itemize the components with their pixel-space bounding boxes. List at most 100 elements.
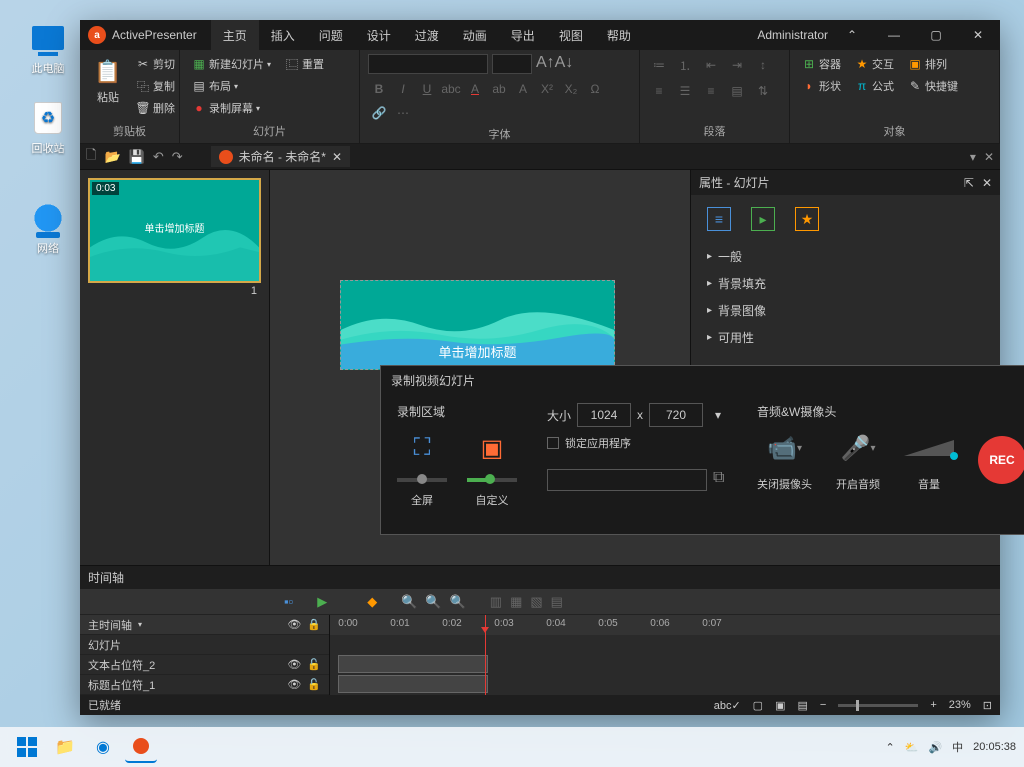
omega-button[interactable]: Ω [584,78,606,100]
bullets-button[interactable]: ≔ [648,54,670,76]
pick-window-button[interactable]: ⧉ [713,469,724,491]
align-right-button[interactable]: ≡ [700,80,722,102]
font-shrink-button[interactable]: A↓ [555,54,574,74]
align-center-button[interactable]: ☰ [674,80,696,102]
save-button[interactable]: 💾 [129,149,145,165]
edge-button[interactable]: ◉ [87,731,119,763]
view-normal-button[interactable]: ▢ [753,699,763,712]
track-text-placeholder[interactable]: 文本占位符_2👁🔓 [80,655,329,675]
close-button[interactable]: ✕ [960,21,996,49]
visibility-icon[interactable]: 👁 [287,678,301,691]
more-font-button[interactable]: ⋯ [392,102,414,124]
explorer-button[interactable]: 📁 [49,731,81,763]
layout-button[interactable]: ▤布局▾ [188,76,351,96]
arrange-button[interactable]: ▣排列 [904,54,951,74]
app-select[interactable] [547,469,707,491]
underline-button[interactable]: U [416,78,438,100]
lock-icon[interactable]: 🔓 [307,678,321,691]
tray-chevron-icon[interactable]: ⌃ [886,741,895,754]
zoom-in-button[interactable]: + [930,699,936,711]
view-present-button[interactable]: ▤ [797,699,807,712]
font-color-button[interactable]: A [464,78,486,100]
props-pin-button[interactable]: ⇱ [964,176,974,190]
props-item-bgfill[interactable]: 背景填充 [703,270,988,297]
slide-thumbnail[interactable]: 0:03 单击增加标题 [88,178,261,283]
undo-button[interactable]: ↶ [153,149,164,165]
subscript-button[interactable]: X₂ [560,78,582,100]
interact-button[interactable]: ★交互 [851,54,898,74]
tl-zoom-out-button[interactable]: 🔍 [425,594,441,610]
ribbon-toggle-button[interactable]: ⌃ [834,21,870,49]
tl-zoom-in-button[interactable]: 🔍 [401,594,417,610]
shortcut-button[interactable]: ✎快捷键 [904,76,962,96]
font-size-select[interactable] [492,54,532,74]
tray-cloud-icon[interactable]: ⛅ [905,741,919,754]
view-slides-button[interactable]: ▣ [775,699,785,712]
rec-fullscreen-option[interactable]: ⛶ 全屏 [397,428,447,508]
line-spacing-button[interactable]: ↕ [752,54,774,76]
lock-icon[interactable]: 🔒 [307,618,321,631]
visibility-icon[interactable]: 👁 [287,618,301,631]
tl-ungroup-button[interactable]: ▧ [530,594,542,610]
desktop-icon-network[interactable]: 网络 [18,200,78,256]
zoom-level[interactable]: 23% [949,699,971,711]
lock-icon[interactable]: 🔓 [307,658,321,671]
maximize-button[interactable]: ▢ [918,21,954,49]
tab-home[interactable]: 主页 [211,20,259,50]
clear-format-button[interactable]: A [512,78,534,100]
delete-button[interactable]: 🗑删除 [132,98,179,118]
track-title-placeholder[interactable]: 标题占位符_1👁🔓 [80,675,329,695]
custom-toggle[interactable] [467,478,517,482]
link-button[interactable]: 🔗 [368,102,390,124]
clip-text[interactable] [338,655,488,673]
tab-insert[interactable]: 插入 [259,20,307,50]
canvas-area[interactable]: 单击增加标题 属性 - 幻灯片 ⇱✕ ≡ ▸ ★ 一般 背景填充 背景图像 可用… [270,170,1000,565]
outdent-button[interactable]: ⇤ [700,54,722,76]
size-dropdown-button[interactable]: ▾ [709,408,727,422]
playhead[interactable] [485,615,486,695]
props-tab-star[interactable]: ★ [795,207,819,231]
bold-button[interactable]: B [368,78,390,100]
minimize-button[interactable]: — [876,21,912,49]
props-tab-general[interactable]: ≡ [707,207,731,231]
zoom-slider[interactable] [838,704,918,707]
tray-clock[interactable]: 20:05:38 [973,741,1016,753]
panel-menu-button[interactable]: ▾ [970,150,976,164]
rec-custom-option[interactable]: ▣ 自定义 [467,428,517,508]
highlight-button[interactable]: ab [488,78,510,100]
visibility-icon[interactable]: 👁 [287,658,301,671]
tab-animation[interactable]: 动画 [451,20,499,50]
rec-audio-item[interactable]: 🎤▾ 开启音频 [836,428,880,492]
indent-button[interactable]: ⇥ [726,54,748,76]
reset-button[interactable]: ⿺重置 [281,54,328,74]
fit-button[interactable]: ⊡ [983,699,992,712]
text-direction-button[interactable]: ⇅ [752,80,774,102]
close-doc-button[interactable]: ✕ [332,150,342,164]
new-file-button[interactable]: 🗋 [86,146,96,168]
tab-export[interactable]: 导出 [499,20,547,50]
zoom-out-button[interactable]: − [820,699,826,711]
props-item-bgimage[interactable]: 背景图像 [703,297,988,324]
paste-button[interactable]: 📋粘贴 [88,54,128,121]
tab-question[interactable]: 问题 [307,20,355,50]
lock-app-checkbox[interactable]: 锁定应用程序 [547,435,727,451]
record-screen-button[interactable]: ●录制屏幕▾ [188,98,351,118]
spellcheck-button[interactable]: abc✓ [714,699,741,712]
align-justify-button[interactable]: ▤ [726,80,748,102]
font-grow-button[interactable]: A↑ [536,54,555,74]
tab-view[interactable]: 视图 [547,20,595,50]
shape-button[interactable]: ◗形状 [798,76,845,96]
align-left-button[interactable]: ≡ [648,80,670,102]
tl-play-button[interactable]: ▶ [317,594,327,610]
tab-help[interactable]: 帮助 [595,20,643,50]
tl-marker-button[interactable]: ◆ [367,594,377,610]
new-slide-button[interactable]: ▦新建幻灯片▾ [188,54,275,74]
superscript-button[interactable]: X² [536,78,558,100]
tl-group-button[interactable]: ▦ [510,594,522,610]
font-family-select[interactable] [368,54,488,74]
rec-camera-item[interactable]: 📹▾ 关闭摄像头 [757,428,812,492]
numbering-button[interactable]: ⒈ [674,54,696,76]
italic-button[interactable]: I [392,78,414,100]
ruler-head[interactable]: 0:00 0:01 0:02 0:03 0:04 0:05 0:06 0:07 [330,615,1000,635]
tl-snap-button[interactable]: ▪▫ [284,594,293,609]
